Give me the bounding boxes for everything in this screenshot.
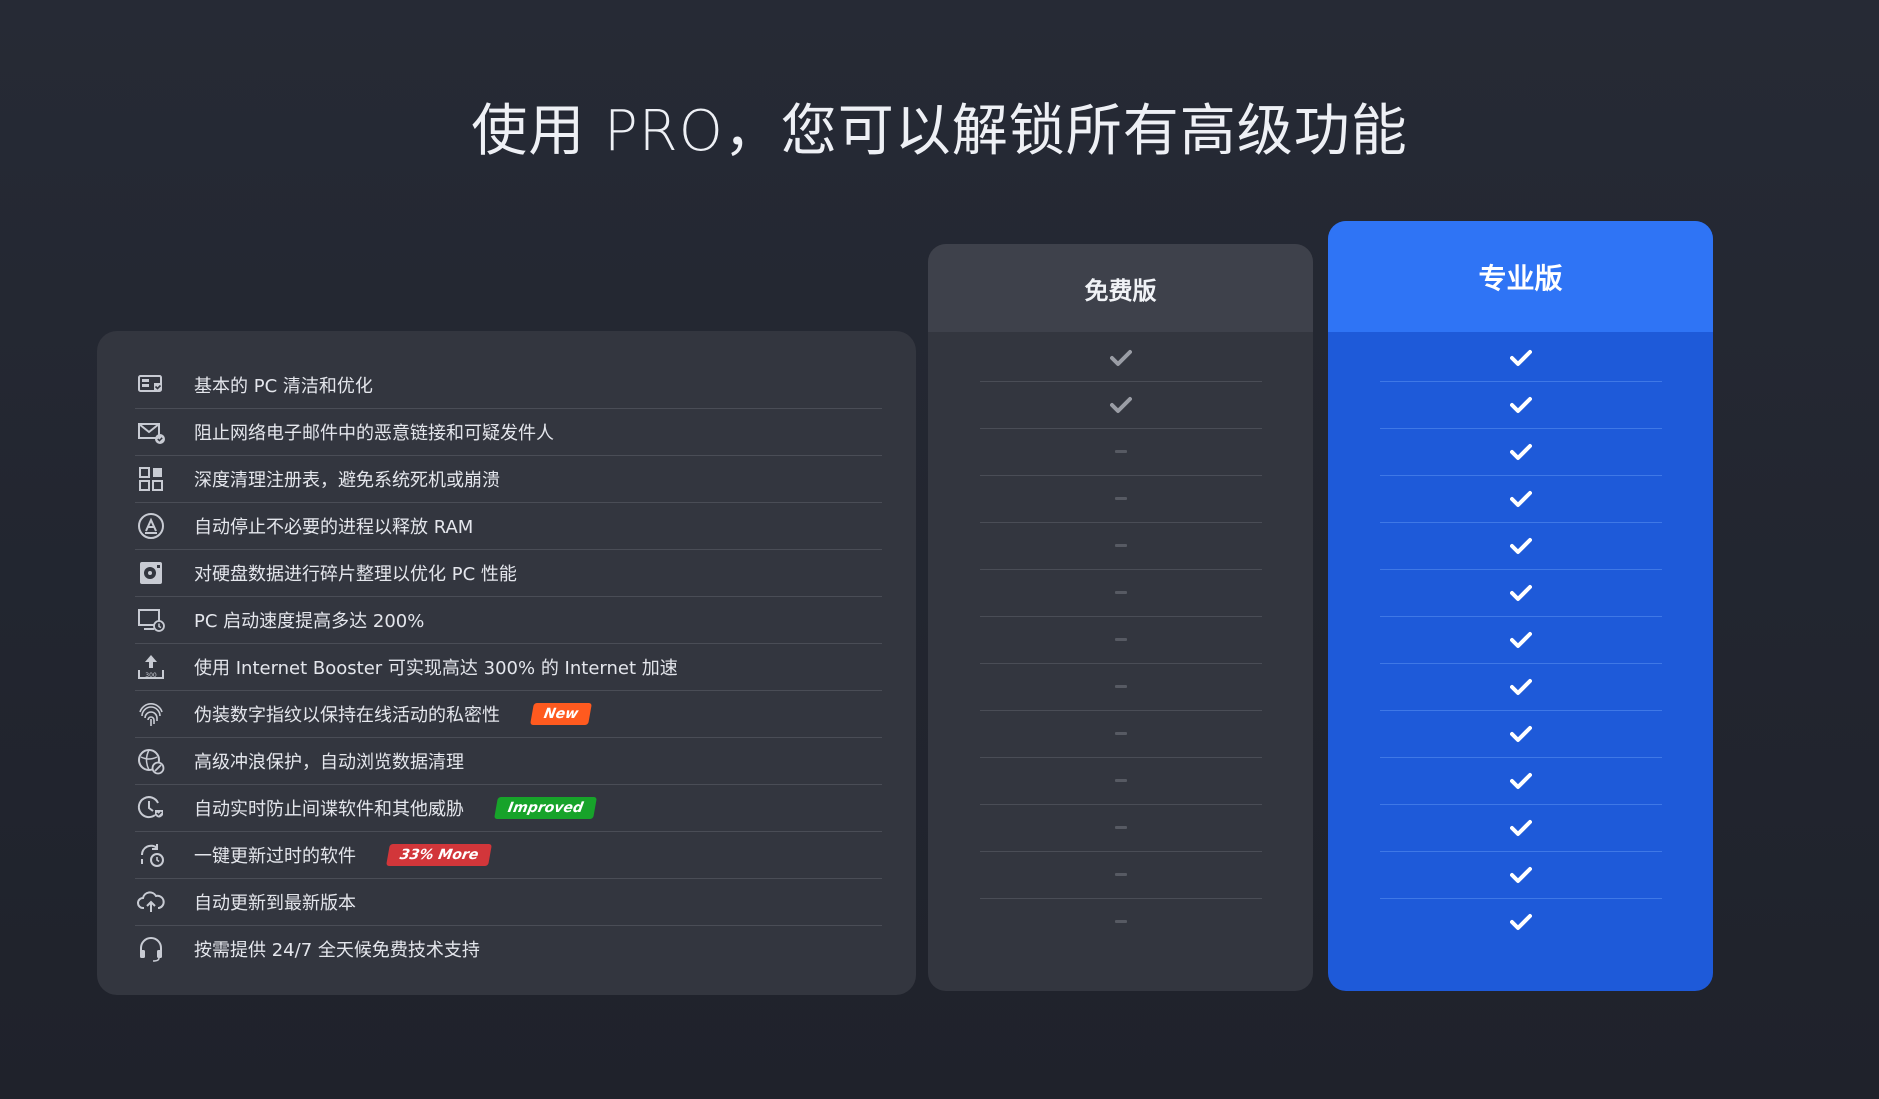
pro-check-icon bbox=[1380, 334, 1662, 382]
pro-check-icon bbox=[1380, 757, 1662, 805]
feature-row: 自动更新到最新版本 bbox=[135, 878, 882, 926]
feature-row: 对硬盘数据进行碎片整理以优化 PC 性能 bbox=[135, 549, 882, 597]
fingerprint-icon bbox=[135, 698, 167, 730]
feature-badge: Improved bbox=[494, 796, 597, 819]
pro-check-icon bbox=[1380, 522, 1662, 570]
pro-check-icon bbox=[1380, 475, 1662, 523]
pc-clean-icon bbox=[135, 369, 167, 401]
feature-label: 一键更新过时的软件 bbox=[194, 845, 356, 867]
startup-speed-icon bbox=[135, 604, 167, 636]
feature-row: 一键更新过时的软件 33% More bbox=[135, 831, 882, 879]
free-dash-icon bbox=[980, 475, 1262, 523]
free-plan-header: 免费版 bbox=[928, 244, 1313, 332]
free-check-icon bbox=[980, 381, 1262, 429]
feature-label: 按需提供 24/7 全天候免费技术支持 bbox=[194, 939, 480, 961]
free-dash-icon bbox=[980, 804, 1262, 852]
pro-check-icon bbox=[1380, 381, 1662, 429]
feature-label: 阻止网络电子邮件中的恶意链接和可疑发件人 bbox=[194, 422, 554, 444]
realtime-shield-icon bbox=[135, 792, 167, 824]
pro-check-icon bbox=[1380, 851, 1662, 899]
internet-boost-icon: 300 bbox=[135, 651, 167, 683]
mail-shield-icon bbox=[135, 416, 167, 448]
disk-defrag-icon bbox=[135, 557, 167, 589]
free-dash-icon bbox=[980, 569, 1262, 617]
cloud-update-icon bbox=[135, 886, 167, 918]
pro-check-icon bbox=[1380, 710, 1662, 758]
feature-row: 自动停止不必要的进程以释放 RAM bbox=[135, 502, 882, 550]
feature-label: 使用 Internet Booster 可实现高达 300% 的 Interne… bbox=[194, 657, 678, 679]
feature-row: 深度清理注册表，避免系统死机或崩溃 bbox=[135, 455, 882, 503]
feature-row: 高级冲浪保护，自动浏览数据清理 bbox=[135, 737, 882, 785]
feature-row: 阻止网络电子邮件中的恶意链接和可疑发件人 bbox=[135, 408, 882, 456]
free-dash-icon bbox=[980, 757, 1262, 805]
feature-row: 300 使用 Internet Booster 可实现高达 300% 的 Inte… bbox=[135, 643, 882, 691]
feature-row: 基本的 PC 清洁和优化 bbox=[135, 361, 882, 409]
feature-label: 深度清理注册表，避免系统死机或崩溃 bbox=[194, 469, 500, 491]
feature-badge: 33% More bbox=[386, 843, 493, 866]
feature-row: 按需提供 24/7 全天候免费技术支持 bbox=[135, 925, 882, 972]
pro-check-icon bbox=[1380, 616, 1662, 664]
free-dash-icon bbox=[980, 851, 1262, 899]
feature-label: 基本的 PC 清洁和优化 bbox=[194, 375, 373, 397]
free-dash-icon bbox=[980, 522, 1262, 570]
feature-label: 自动停止不必要的进程以释放 RAM bbox=[194, 516, 474, 538]
svg-text:300: 300 bbox=[145, 672, 157, 679]
free-plan-column: 免费版 bbox=[928, 244, 1313, 991]
features-card: 基本的 PC 清洁和优化阻止网络电子邮件中的恶意链接和可疑发件人 深度清理注册表，… bbox=[97, 331, 916, 995]
feature-label: 高级冲浪保护，自动浏览数据清理 bbox=[194, 751, 464, 773]
free-dash-icon bbox=[980, 428, 1262, 476]
surf-protect-icon bbox=[135, 745, 167, 777]
feature-label: 对硬盘数据进行碎片整理以优化 PC 性能 bbox=[194, 563, 517, 585]
feature-label: PC 启动速度提高多达 200% bbox=[194, 610, 425, 632]
pro-check-icon bbox=[1380, 569, 1662, 617]
feature-row: 自动实时防止间谍软件和其他威胁 Improved bbox=[135, 784, 882, 832]
pro-check-icon bbox=[1380, 428, 1662, 476]
pro-check-icon bbox=[1380, 898, 1662, 945]
free-dash-icon bbox=[980, 663, 1262, 711]
feature-label: 伪装数字指纹以保持在线活动的私密性 bbox=[194, 704, 500, 726]
pro-check-icon bbox=[1380, 663, 1662, 711]
headset-support-icon bbox=[135, 933, 167, 965]
ram-release-icon bbox=[135, 510, 167, 542]
pro-check-icon bbox=[1380, 804, 1662, 852]
free-check-icon bbox=[980, 334, 1262, 382]
feature-badge: New bbox=[530, 702, 593, 725]
free-dash-icon bbox=[980, 616, 1262, 664]
feature-label: 自动实时防止间谍软件和其他威胁 bbox=[194, 798, 464, 820]
pro-plan-header[interactable]: 专业版 bbox=[1328, 221, 1713, 332]
page-title: 使用 PRO，您可以解锁所有高级功能 bbox=[471, 99, 1408, 164]
feature-row: PC 启动速度提高多达 200% bbox=[135, 596, 882, 644]
feature-row: 伪装数字指纹以保持在线活动的私密性 New bbox=[135, 690, 882, 738]
registry-grid-icon bbox=[135, 463, 167, 495]
software-update-icon bbox=[135, 839, 167, 871]
free-dash-icon bbox=[980, 898, 1262, 945]
free-dash-icon bbox=[980, 710, 1262, 758]
pro-plan-column[interactable]: 专业版 bbox=[1328, 221, 1713, 991]
feature-label: 自动更新到最新版本 bbox=[194, 892, 356, 914]
